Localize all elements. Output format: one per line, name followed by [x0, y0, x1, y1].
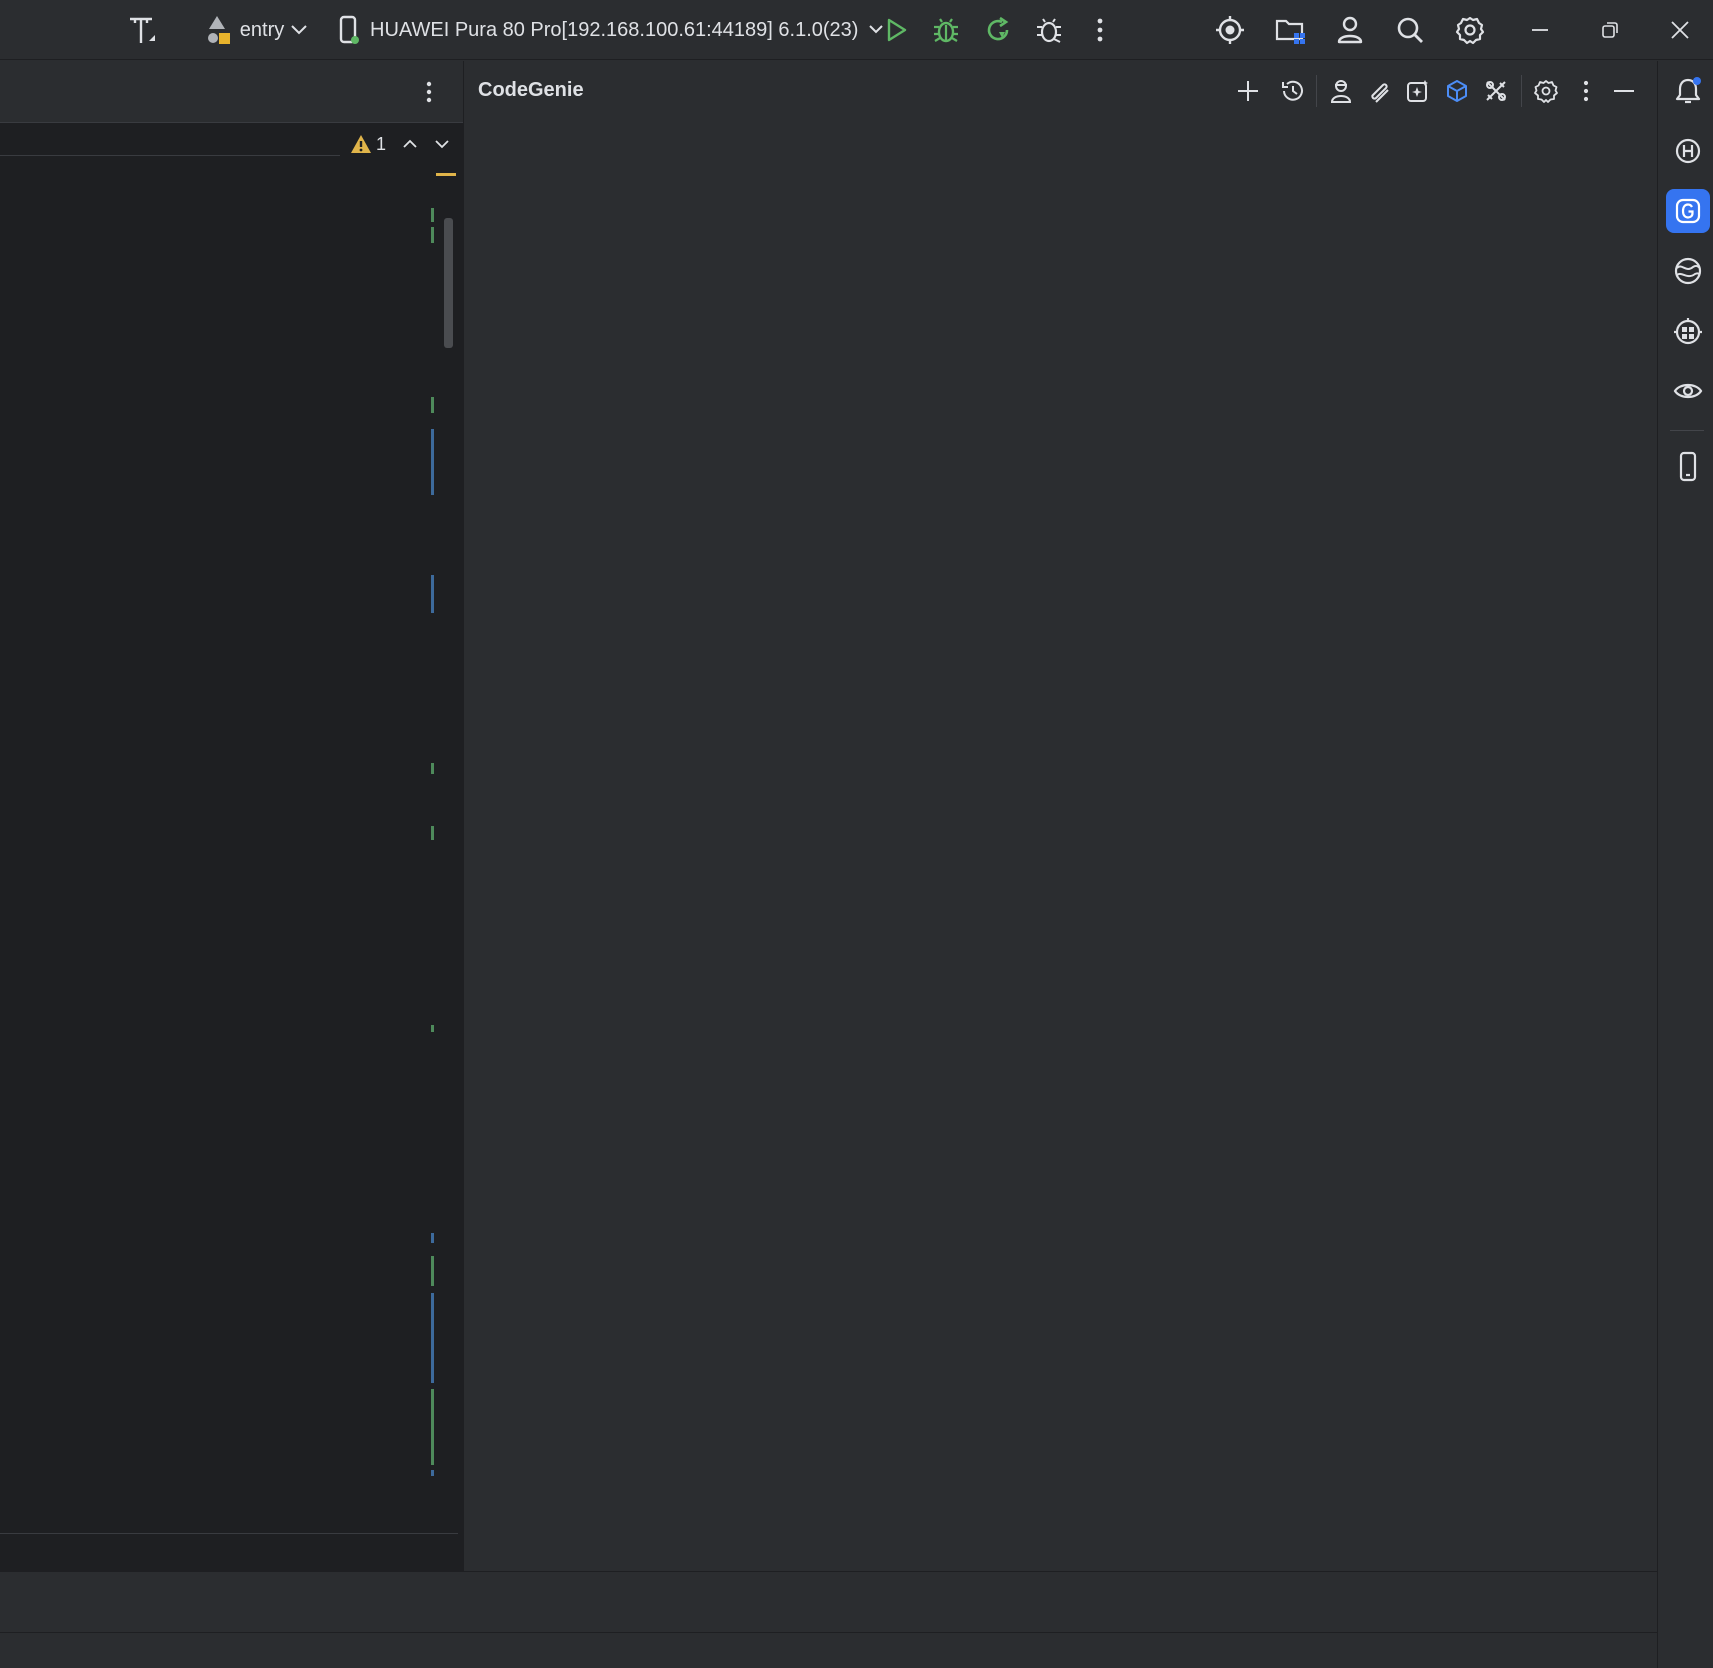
- hide-icon[interactable]: [1606, 73, 1642, 109]
- chevron-down-icon: [290, 24, 308, 36]
- change-marker[interactable]: [431, 397, 434, 413]
- change-marker[interactable]: [431, 1293, 434, 1383]
- change-marker[interactable]: [431, 1025, 434, 1032]
- attach-icon[interactable]: [1361, 73, 1397, 109]
- title-bar: entry HUAWEI Pura 80 Pro[192.168.100.61:…: [0, 0, 1713, 60]
- globe-icon[interactable]: [1666, 249, 1710, 293]
- warning-marker[interactable]: [436, 173, 456, 176]
- warning-icon: [350, 134, 372, 154]
- status-bar: [0, 1632, 1657, 1668]
- profiler-icon[interactable]: [1029, 6, 1069, 54]
- codegenie-panel: CodeGenie: [463, 61, 1657, 1571]
- search-icon[interactable]: [1390, 6, 1430, 54]
- change-marker[interactable]: [431, 1470, 434, 1476]
- locate-icon[interactable]: [1210, 6, 1250, 54]
- agent-icon[interactable]: [1323, 73, 1359, 109]
- divider: [1316, 75, 1317, 107]
- change-marker[interactable]: [431, 1389, 434, 1465]
- run-icon[interactable]: [876, 6, 916, 54]
- settings-icon[interactable]: [1450, 6, 1490, 54]
- chevron-up-icon[interactable]: [402, 138, 418, 150]
- notifications-icon[interactable]: [1666, 69, 1710, 113]
- device-file-icon[interactable]: [1270, 6, 1310, 54]
- change-marker[interactable]: [431, 575, 434, 613]
- module-selector[interactable]: entry: [200, 6, 312, 54]
- change-marker[interactable]: [431, 763, 434, 774]
- tools-icon[interactable]: [1478, 73, 1514, 109]
- right-tool-sidebar: [1657, 61, 1713, 1668]
- divider: [1521, 75, 1522, 107]
- module-shapes-icon: [204, 14, 234, 46]
- build-hammer-icon[interactable]: [122, 6, 162, 54]
- debug-icon[interactable]: [926, 6, 966, 54]
- scrollbar-thumb[interactable]: [444, 218, 453, 348]
- divider: [0, 155, 340, 156]
- editor-content: 1: [0, 124, 463, 219]
- change-marker[interactable]: [431, 1256, 434, 1286]
- harmony-h-icon[interactable]: [1666, 129, 1710, 173]
- apply-changes-icon[interactable]: [978, 6, 1018, 54]
- more-icon[interactable]: [1080, 6, 1120, 54]
- inspection-widget[interactable]: 1: [350, 132, 450, 156]
- generate-icon[interactable]: [1400, 73, 1436, 109]
- change-marker[interactable]: [431, 1233, 434, 1243]
- editor-tab-bar: [0, 61, 463, 123]
- panel-title: CodeGenie: [478, 79, 584, 101]
- new-chat-icon[interactable]: [1230, 73, 1266, 109]
- close-icon[interactable]: [1660, 6, 1700, 54]
- change-marker[interactable]: [431, 429, 434, 495]
- chevron-down-icon[interactable]: [434, 138, 450, 150]
- change-marker[interactable]: [431, 208, 434, 222]
- change-marker[interactable]: [431, 227, 434, 243]
- divider: [1670, 430, 1704, 431]
- account-icon[interactable]: [1330, 6, 1370, 54]
- more-icon[interactable]: [1568, 73, 1604, 109]
- robot-icon[interactable]: [1666, 309, 1710, 353]
- device-phone-icon[interactable]: [1666, 445, 1710, 489]
- history-icon[interactable]: [1275, 73, 1311, 109]
- codegenie-g-icon[interactable]: [1666, 189, 1710, 233]
- restore-icon[interactable]: [1590, 6, 1630, 54]
- phone-icon: [338, 15, 360, 45]
- warning-count: 1: [376, 133, 387, 154]
- cube-icon[interactable]: [1439, 73, 1475, 109]
- change-marker[interactable]: [431, 826, 434, 840]
- device-selector[interactable]: HUAWEI Pura 80 Pro[192.168.100.61:44189]…: [338, 6, 884, 54]
- preview-eye-icon[interactable]: [1666, 369, 1710, 413]
- settings-icon[interactable]: [1528, 73, 1564, 109]
- module-label: entry: [239, 18, 285, 41]
- editor-panel: 1: [0, 61, 463, 1571]
- divider: [0, 1533, 458, 1534]
- device-label: HUAWEI Pura 80 Pro[192.168.100.61:44189]…: [370, 18, 859, 41]
- more-icon[interactable]: [420, 77, 438, 107]
- bottom-tool-bar: [0, 1571, 1657, 1632]
- minimize-icon[interactable]: [1520, 6, 1560, 54]
